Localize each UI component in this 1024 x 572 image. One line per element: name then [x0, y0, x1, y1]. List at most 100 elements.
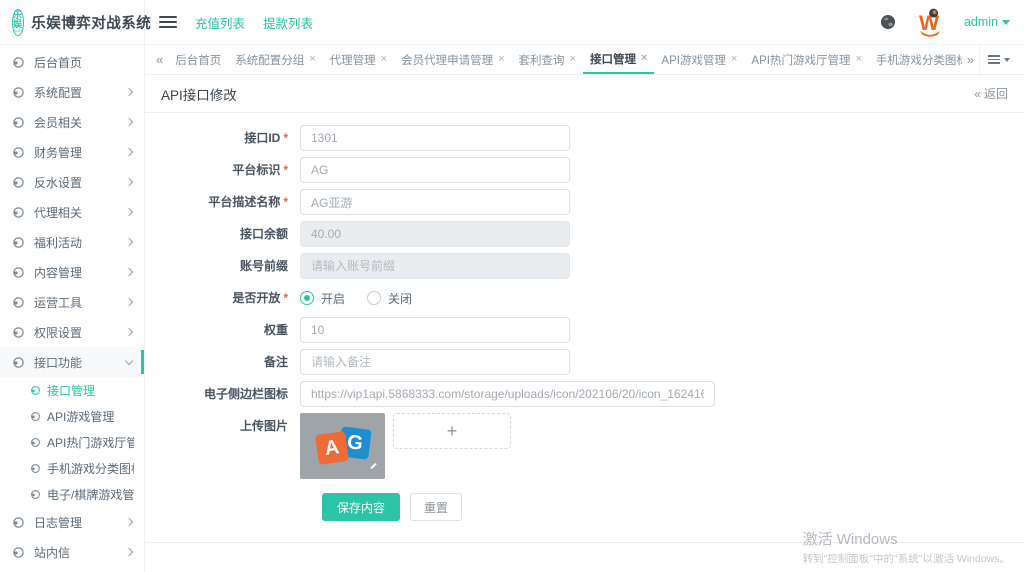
sidebar-item-agents[interactable]: 代理相关: [0, 197, 144, 227]
language-globe-icon[interactable]: [880, 14, 896, 30]
tabs-scroll-right-icon[interactable]: »: [962, 45, 979, 74]
tabs-scroll-left-icon[interactable]: «: [151, 45, 168, 74]
tab-dashboard[interactable]: 后台首页: [168, 45, 228, 74]
close-tab-icon[interactable]: ×: [381, 54, 387, 65]
logo-text: 乐娱: [13, 10, 23, 29]
platform-name-input[interactable]: [300, 189, 570, 215]
ring-icon: [13, 146, 24, 158]
sidebar-subitem-api-hot-halls[interactable]: API热门游戏厅管理: [0, 429, 144, 455]
sidebar-subitem-api-management[interactable]: 接口管理: [0, 377, 144, 403]
radio-unselected-icon: [367, 291, 382, 305]
radio-closed[interactable]: 关闭: [367, 290, 412, 307]
close-tab-icon[interactable]: ×: [731, 54, 737, 65]
api-edit-form: 接口ID* 平台标识* 平台描述名称* 接口余额: [145, 113, 1024, 542]
sidebar-item-finance[interactable]: 财务管理: [0, 137, 144, 167]
chevron-right-icon: [124, 297, 134, 307]
sidebar-item-system-config[interactable]: 系统配置: [0, 77, 144, 107]
form-row-weight: 权重: [155, 317, 1024, 343]
sidebar-item-welfare[interactable]: 福利活动: [0, 227, 144, 257]
open-tabs-bar: « 后台首页 系统配置分组 × 代理管理 × 会员代理申请管理 × 套利查询 ×…: [145, 45, 1024, 75]
chevron-right-icon: [124, 267, 134, 277]
sidebar-item-dashboard[interactable]: 后台首页: [0, 47, 144, 77]
sidebar-icon-url-input[interactable]: [300, 381, 715, 407]
save-button[interactable]: 保存内容: [322, 493, 401, 521]
radio-open[interactable]: 开启: [300, 290, 345, 307]
chevron-right-icon: [124, 547, 134, 557]
chevron-right-icon: [124, 177, 134, 187]
mascot-avatar[interactable]: W: [914, 6, 946, 38]
sidebar-subitem-slot-card-games[interactable]: 电子/棋牌游戏管理: [0, 481, 144, 507]
withdraw-list-link[interactable]: 提款列表: [263, 13, 313, 32]
username: admin: [963, 15, 998, 29]
tab-api-games[interactable]: API游戏管理 ×: [654, 45, 744, 74]
form-card-header: API接口修改 « 返回: [145, 75, 1024, 113]
sidebar-subitem-api-games[interactable]: API游戏管理: [0, 403, 144, 429]
form-row-upload-image: 上传图片 A G +: [155, 413, 1024, 479]
form-row-account-prefix: 账号前缀: [155, 253, 1024, 279]
ag-logo-letter-a: A: [315, 431, 349, 465]
tab-arbitrage-query[interactable]: 套利查询 ×: [512, 45, 583, 74]
tab-api-management[interactable]: 接口管理 ×: [582, 45, 655, 74]
tab-agent-management[interactable]: 代理管理 ×: [323, 45, 394, 74]
app-title: 乐娱博弈对战系统: [31, 15, 152, 32]
tab-member-agent-apply[interactable]: 会员代理申请管理 ×: [394, 45, 511, 74]
plus-icon: +: [446, 420, 458, 441]
close-tab-icon[interactable]: ×: [570, 54, 576, 65]
user-menu[interactable]: admin: [964, 15, 1010, 29]
close-tab-icon[interactable]: ×: [855, 54, 861, 65]
recharge-list-link[interactable]: 充值列表: [195, 13, 245, 32]
chevron-right-icon: [124, 87, 134, 97]
tab-strip: 后台首页 系统配置分组 × 代理管理 × 会员代理申请管理 × 套利查询 × 接…: [168, 45, 962, 74]
uploaded-image-thumbnail[interactable]: A G: [300, 413, 385, 479]
close-tab-icon[interactable]: ×: [309, 54, 315, 65]
weight-input[interactable]: [300, 317, 570, 343]
chevron-right-icon: [124, 117, 134, 127]
sidebar-item-rebate[interactable]: 反水设置: [0, 167, 144, 197]
ring-icon: [13, 296, 24, 308]
pen-mark-icon: [370, 462, 377, 470]
close-tab-icon[interactable]: ×: [498, 54, 504, 65]
ring-icon: [31, 411, 40, 421]
ring-icon: [13, 546, 24, 558]
account-prefix-input: [300, 253, 570, 279]
ring-icon: [31, 489, 40, 499]
required-marker: *: [283, 131, 288, 145]
open-status-radio-group: 开启 关闭: [300, 285, 412, 311]
close-tab-icon[interactable]: ×: [641, 53, 647, 64]
reset-button[interactable]: 重置: [410, 493, 463, 521]
sidebar-item-logs[interactable]: 日志管理: [0, 507, 144, 537]
ring-icon: [31, 437, 40, 447]
chevron-right-icon: [124, 207, 134, 217]
chevron-down-icon: [124, 356, 134, 365]
sidebar-item-content[interactable]: 内容管理: [0, 257, 144, 287]
api-balance-input: [300, 221, 570, 247]
tab-api-hot-halls[interactable]: API热门游戏厅管理 ×: [744, 45, 868, 74]
sidebar-item-operations[interactable]: 运营工具: [0, 287, 144, 317]
sidebar-collapse-icon[interactable]: [159, 16, 177, 28]
api-id-input[interactable]: [300, 125, 570, 151]
platform-code-input[interactable]: [300, 157, 570, 183]
tabs-options-menu[interactable]: [979, 45, 1018, 74]
form-row-api-id: 接口ID *: [155, 125, 1024, 151]
upload-new-image-button[interactable]: +: [393, 413, 511, 449]
ring-icon: [13, 206, 24, 218]
page-title: API接口修改: [161, 87, 237, 103]
ring-icon: [13, 516, 24, 528]
chevron-right-icon: [124, 237, 134, 247]
tab-system-config-groups[interactable]: 系统配置分组 ×: [228, 45, 322, 74]
sidebar-item-api-functions[interactable]: 接口功能: [0, 347, 144, 377]
tab-mobile-game-icons[interactable]: 手机游戏分类图标 ×: [869, 45, 962, 74]
card-bottom-divider: [145, 542, 1024, 572]
remark-input[interactable]: [300, 349, 570, 375]
sidebar-item-site-mail[interactable]: 站内信: [0, 537, 144, 567]
sidebar-item-permissions[interactable]: 权限设置: [0, 317, 144, 347]
sidebar-item-members[interactable]: 会员相关: [0, 107, 144, 137]
radio-selected-icon: [300, 291, 314, 305]
ring-icon: [13, 116, 24, 128]
required-marker: *: [283, 291, 288, 305]
form-row-balance: 接口余额: [155, 221, 1024, 247]
back-button[interactable]: « 返回: [974, 85, 1008, 102]
form-actions: 保存内容 重置: [322, 493, 1024, 535]
sidebar-subitem-mobile-icons[interactable]: 手机游戏分类图标: [0, 455, 144, 481]
chevron-right-icon: [124, 327, 134, 337]
